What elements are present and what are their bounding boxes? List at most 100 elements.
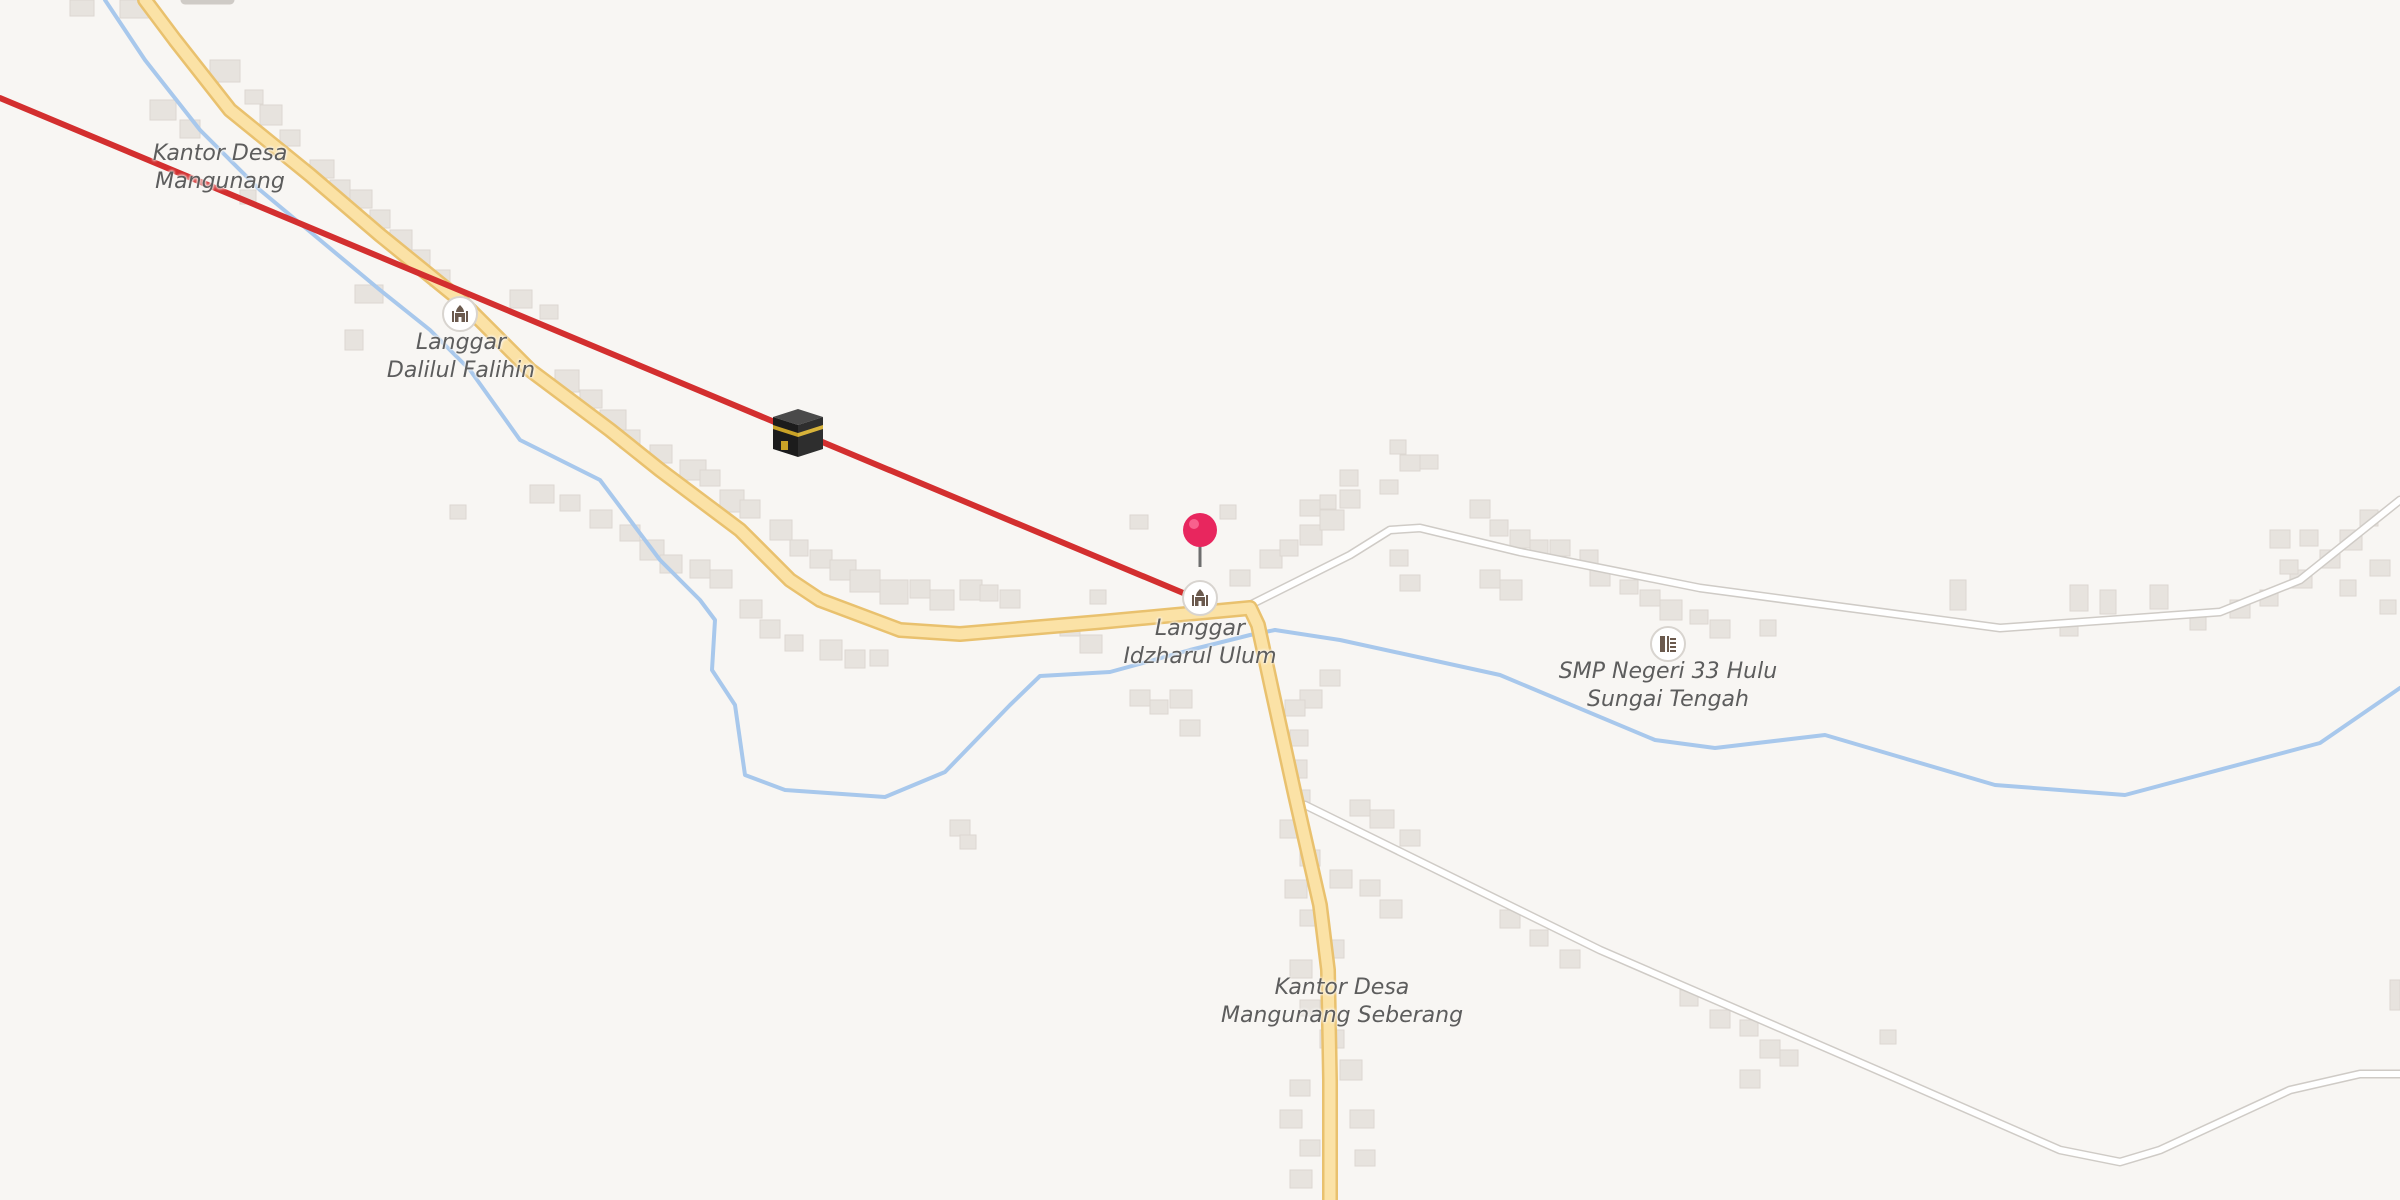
building-footprint [959,579,983,601]
building-footprint [244,89,264,105]
building-footprint [1709,619,1731,639]
building-footprint [844,649,866,669]
building-footprint [1479,569,1501,589]
building-footprint [1389,549,1409,567]
building-footprint [1299,1139,1321,1157]
major-roads-layer [137,0,1338,1200]
building-footprint [949,819,971,837]
place-label-kantor-desa-mangunang-seberang: Kantor Desa Mangunang Seberang [1221,974,1463,1030]
building-footprint [1339,489,1361,509]
building-footprint [149,99,177,121]
building-footprint [1399,829,1421,847]
place-label-langgar-idzharul-ulum: Langgar Idzharul Ulum [1123,615,1276,671]
label-line: Langgar [415,330,507,355]
map-pin-icon[interactable] [1180,512,1220,568]
building-footprint [1739,1019,1759,1037]
mosque-icon[interactable] [442,296,478,332]
building-footprint [1509,529,1531,549]
building-footprint [2069,584,2089,612]
building-footprint [1399,574,1421,592]
building-footprint [1354,1149,1376,1167]
building-footprint [2279,559,2299,575]
building-footprint [929,589,955,611]
building-footprint [1089,589,1107,605]
main-road [139,0,1336,1200]
label-line: Mangunang [155,169,285,194]
mosque-icon[interactable] [1182,580,1218,616]
building-footprint [1129,689,1151,707]
building-footprint [1359,879,1381,897]
building-footprint [1499,579,1523,601]
building-footprint [509,289,533,309]
building-footprint [1379,479,1399,495]
building-footprint [1349,1109,1375,1129]
building-footprint [1689,609,1709,625]
building-footprint [2379,599,2397,615]
label-line: Langgar [1154,616,1246,641]
building-footprint [1289,1079,1311,1097]
building-footprint [999,589,1021,609]
building-footprint [784,634,804,652]
building-footprint [1619,579,1639,595]
building-footprint [959,834,977,850]
building-footprint [789,539,809,557]
label-line: Dalilul Falihin [386,358,536,383]
building-footprint [849,569,881,593]
building-footprint [1349,799,1371,817]
building-footprint [1759,619,1777,637]
building-footprint [1319,509,1345,531]
building-footprint [869,649,889,667]
building-footprint [344,329,364,351]
building-footprint [1129,514,1149,530]
building-footprint [1419,454,1439,470]
building-footprint [809,549,833,569]
building-footprint [819,639,843,661]
building-footprint [2269,529,2291,549]
label-line: SMP Negeri 33 Hulu [1558,659,1778,684]
building-footprint [1559,949,1581,969]
building-footprint [1779,1049,1799,1067]
building-footprint [1329,869,1353,889]
building-footprint [69,0,95,17]
label-line: Mangunang Seberang [1220,1003,1464,1028]
minor-road-southeast [1302,802,2400,1165]
building-footprint [589,509,613,529]
building-footprint [879,579,909,605]
school-icon[interactable] [1650,626,1686,662]
building-footprint [709,569,733,589]
building-footprint [1529,929,1549,947]
building-footprint [1289,729,1309,747]
building-footprint [769,519,793,541]
building-footprint [1759,1039,1781,1059]
label-line: Kantor Desa [152,141,288,166]
building-footprint [1259,549,1283,569]
building-footprint [2099,589,2117,615]
map-canvas[interactable]: Kantor Desa Mangunang Langgar Dalilul Fa… [0,0,2400,1200]
building-footprint [2389,979,2400,1011]
building-footprint [1879,1029,1897,1045]
building-footprint [1279,539,1299,557]
building-footprint [1289,1169,1313,1189]
building-footprint [1379,899,1403,919]
building-footprint [259,104,283,126]
building-footprint [2149,584,2169,610]
building-footprint [1369,809,1395,829]
building-footprint [1469,499,1491,519]
building-footprint [2339,579,2357,597]
building-footprint [2299,529,2319,547]
building-footprint [739,599,763,619]
building-footprint [1079,634,1103,654]
building-footprint [1639,589,1661,607]
building-footprint [759,619,781,639]
rivers-layer [103,0,2400,799]
building-footprint [1739,1069,1761,1089]
building-footprint [1319,669,1341,687]
building-footprint [699,469,721,487]
place-label-langgar-dalilul-falihin: Langgar Dalilul Falihin [387,329,535,385]
building-footprint [1389,439,1407,455]
building-footprint [1319,494,1337,510]
kaaba-icon[interactable] [769,403,827,461]
place-label-smp-negeri-33: SMP Negeri 33 Hulu Sungai Tengah [1559,658,1777,714]
building-footprint [1284,699,1306,717]
building-footprint [1299,499,1321,517]
